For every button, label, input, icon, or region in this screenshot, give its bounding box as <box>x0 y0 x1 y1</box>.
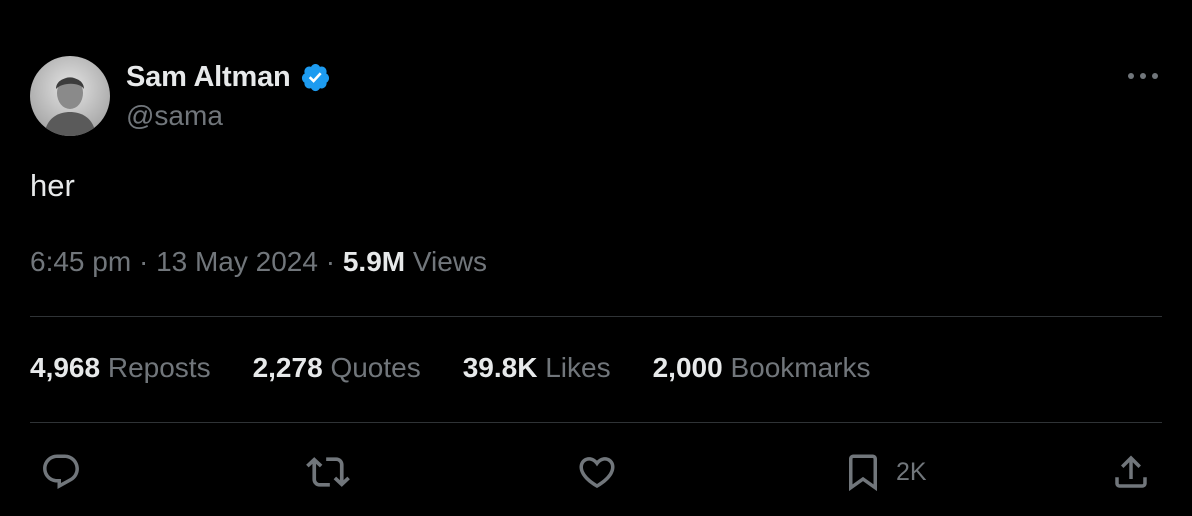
stat-label: Bookmarks <box>730 352 871 383</box>
views-count: 5.9M <box>342 246 406 277</box>
like-button[interactable] <box>576 448 618 496</box>
repost-button[interactable] <box>306 448 350 496</box>
stat-count: 4,968 <box>30 352 101 383</box>
stat-count: 2,000 <box>652 352 723 383</box>
tweet-text: her <box>30 168 75 203</box>
stat-likes[interactable]: 39.8K Likes <box>463 352 611 384</box>
heart-icon <box>579 457 615 489</box>
stat-quotes[interactable]: 2,278 Quotes <box>253 352 421 384</box>
tweet-date[interactable]: 13 May 2024 <box>156 246 318 277</box>
stat-bookmarks[interactable]: 2,000 Bookmarks <box>653 352 871 384</box>
meta-separator: · <box>325 246 336 277</box>
stat-label: Quotes <box>330 352 421 383</box>
author-handle[interactable]: @sama <box>126 100 223 132</box>
bookmark-count: 2K <box>896 457 927 486</box>
reply-icon <box>43 454 79 489</box>
stat-label: Likes <box>545 352 611 383</box>
bookmark-icon <box>849 454 877 492</box>
verified-badge-icon[interactable] <box>300 62 331 93</box>
divider <box>30 422 1162 423</box>
stat-reposts[interactable]: 4,968 Reposts <box>30 352 211 384</box>
more-icon <box>1128 73 1158 79</box>
reply-button[interactable] <box>40 448 82 496</box>
share-icon <box>1115 455 1147 488</box>
meta-separator: · <box>138 246 149 277</box>
stat-count: 39.8K <box>462 352 538 383</box>
views-label: Views <box>412 246 488 277</box>
stat-label: Reposts <box>107 352 211 383</box>
tweet-time[interactable]: 6:45 pm <box>30 246 131 277</box>
author-display-name[interactable]: Sam Altman <box>126 61 291 94</box>
divider <box>30 316 1162 317</box>
stat-count: 2,278 <box>252 352 323 383</box>
engagement-stats: 4,968 Reposts 2,278 Quotes 39.8K Likes 2… <box>30 352 913 384</box>
more-options-button[interactable] <box>1122 60 1164 92</box>
avatar[interactable] <box>30 56 110 136</box>
author-name-row[interactable]: Sam Altman <box>126 58 331 96</box>
bookmark-button[interactable]: 2K <box>842 448 927 496</box>
tweet-meta: 6:45 pm · 13 May 2024 · 5.9M Views <box>30 246 487 278</box>
share-button[interactable] <box>1110 448 1152 496</box>
repost-icon <box>306 457 350 487</box>
